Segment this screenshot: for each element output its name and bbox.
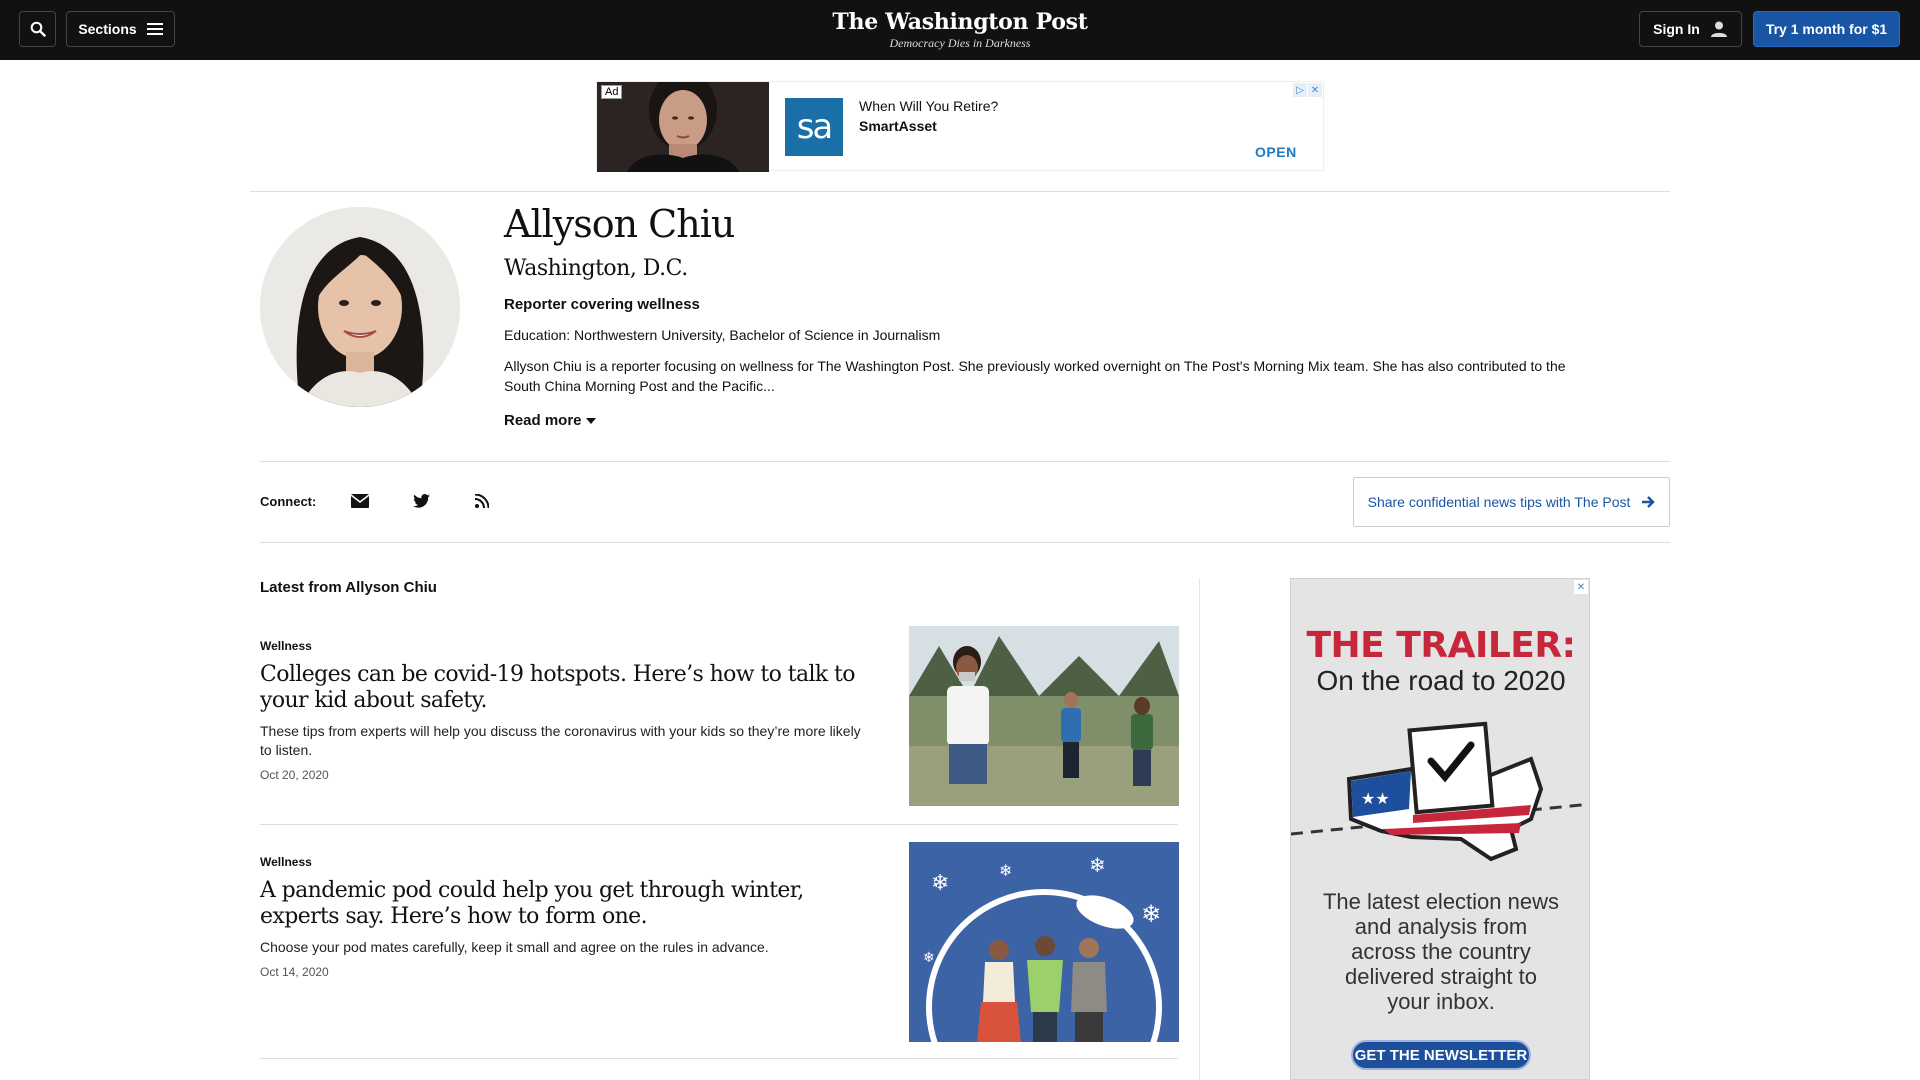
ad-headline: When Will You Retire? (859, 98, 999, 114)
search-icon (30, 21, 46, 37)
ad-body: The latest election news and analysis fr… (1322, 889, 1560, 1014)
author-name: Allyson Chiu (504, 202, 735, 246)
arrow-right-icon (1642, 496, 1656, 508)
article-thumbnail[interactable] (909, 626, 1179, 806)
read-more-button[interactable]: Read more (504, 412, 596, 429)
svg-text:❄: ❄ (999, 861, 1012, 880)
article-blurb: Choose your pod mates carefully, keep it… (260, 939, 769, 955)
ad-badge: Ad (601, 85, 623, 99)
subscribe-button[interactable]: Try 1 month for $1 (1753, 11, 1900, 47)
author-education: Education: Northwestern University, Bach… (504, 327, 941, 343)
svg-text:★★: ★★ (1361, 789, 1390, 808)
article-kicker[interactable]: Wellness (260, 639, 312, 653)
svg-text:❄: ❄ (1089, 853, 1106, 877)
divider (260, 1058, 1178, 1059)
close-icon[interactable]: ✕ (1308, 83, 1322, 97)
sign-in-button[interactable]: Sign In (1639, 11, 1742, 47)
divider (260, 461, 1670, 462)
ad-title: THE TRAILER: (1306, 625, 1577, 666)
twitter-link[interactable] (409, 490, 433, 512)
sections-button[interactable]: Sections (66, 11, 175, 47)
article-headline[interactable]: A pandemic pod could help you get throug… (260, 878, 870, 930)
logo-text: The Washington Post (832, 9, 1088, 35)
close-icon[interactable]: ✕ (1574, 580, 1588, 594)
divider (260, 542, 1670, 543)
article-kicker[interactable]: Wellness (260, 855, 312, 869)
read-more-label: Read more (504, 412, 582, 429)
tagline: Democracy Dies in Darkness (889, 36, 1031, 50)
twitter-icon (412, 494, 430, 508)
news-tips-link[interactable]: Share confidential news tips with The Po… (1353, 477, 1670, 527)
latest-heading: Latest from Allyson Chiu (260, 579, 437, 596)
svg-text:❄: ❄ (931, 871, 949, 896)
author-role: Reporter covering wellness (504, 296, 700, 313)
article-headline[interactable]: Colleges can be covid-19 hotspots. Here’… (260, 662, 870, 714)
divider (260, 824, 1178, 825)
svg-text:❄: ❄ (923, 950, 935, 966)
top-banner-ad[interactable]: Ad sa When Will You Retire? SmartAsset O… (596, 81, 1324, 172)
ad-photo: Ad (597, 82, 769, 172)
get-newsletter-button[interactable]: GET THE NEWSLETTER (1351, 1040, 1531, 1070)
email-link[interactable] (348, 490, 372, 512)
connect-label: Connect: (260, 494, 317, 509)
column-divider (1199, 578, 1200, 1080)
ad-choices[interactable]: ▷ ✕ (1293, 83, 1322, 97)
divider (250, 191, 1670, 192)
news-tips-label: Share confidential news tips with The Po… (1367, 494, 1631, 510)
author-location: Washington, D.C. (504, 256, 688, 281)
article-blurb: These tips from experts will help you di… (260, 723, 861, 758)
masthead-logo[interactable]: The Washington Post Democracy Dies in Da… (760, 8, 1160, 50)
ad-open-button[interactable]: OPEN (1255, 144, 1297, 160)
ad-subtitle: On the road to 2020 (1316, 665, 1566, 696)
email-icon (351, 494, 369, 508)
ad-brand: SmartAsset (859, 118, 937, 134)
svg-text:❄: ❄ (1141, 900, 1161, 928)
rss-icon (475, 494, 489, 508)
ballot-map-icon: ★★ (1291, 721, 1589, 862)
article-date: Oct 14, 2020 (260, 965, 329, 979)
newsletter-ad[interactable]: ✕ THE TRAILER: On the road to 2020 ★★ Th… (1290, 578, 1590, 1080)
hamburger-icon (146, 23, 163, 35)
top-nav: Sections The Washington Post Democracy D… (0, 0, 1920, 60)
article-date: Oct 20, 2020 (260, 768, 329, 782)
author-bio: Allyson Chiu is a reporter focusing on w… (504, 358, 1566, 394)
user-icon (1710, 21, 1727, 37)
smartasset-logo: sa (785, 98, 843, 156)
adchoices-icon[interactable]: ▷ (1293, 83, 1307, 97)
article-thumbnail[interactable]: ❄ ❄ ❄ ❄ ❄ (909, 842, 1179, 1042)
caret-down-icon (585, 417, 596, 424)
search-button[interactable] (19, 11, 56, 47)
author-avatar (260, 207, 460, 407)
sections-label: Sections (78, 21, 137, 37)
sign-in-label: Sign In (1653, 21, 1700, 37)
rss-link[interactable] (470, 490, 494, 512)
